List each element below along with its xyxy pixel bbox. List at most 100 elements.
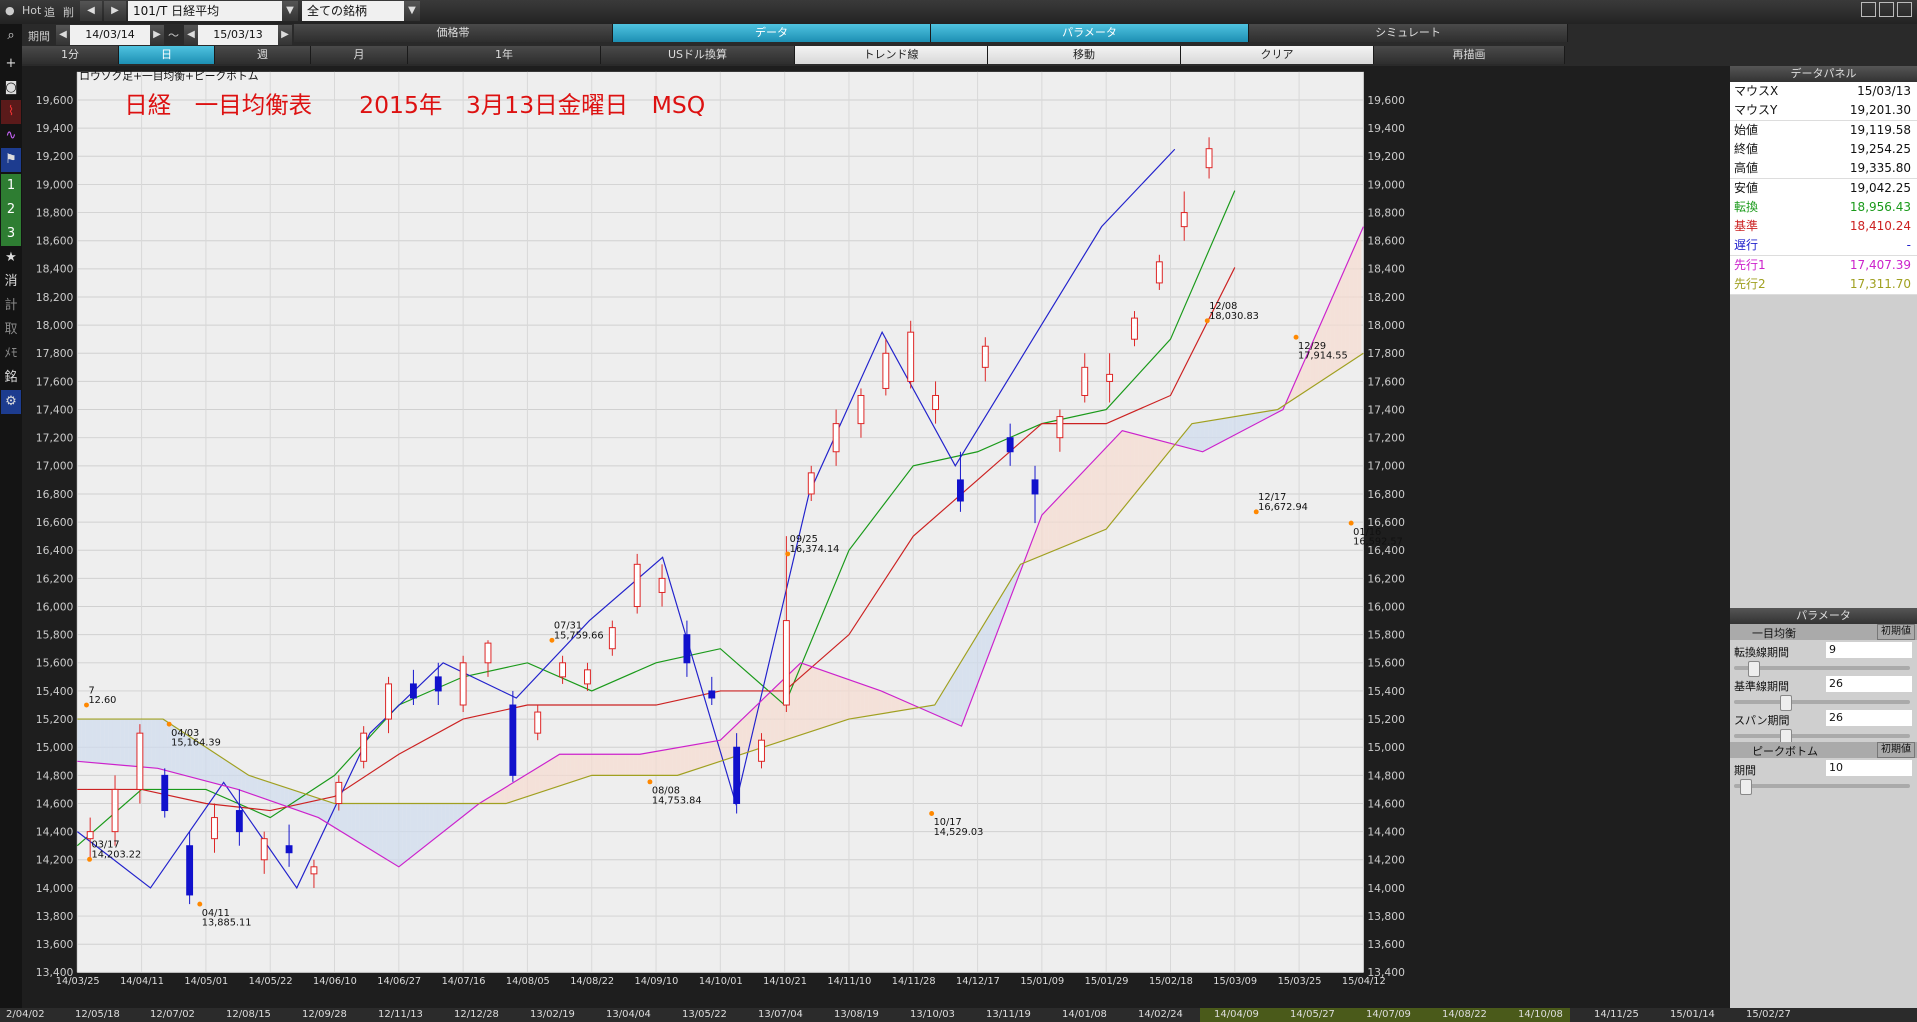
kumo-segment [641, 753, 645, 776]
kumo-segment [421, 803, 426, 849]
indicator-icon[interactable]: ∿ [1, 124, 21, 148]
usd-convert-button[interactable]: USドル換算 [601, 46, 795, 64]
kumo-segment [233, 765, 238, 790]
data-row-value: 18,956.43 [1849, 199, 1911, 214]
y-tick-label: 15,200 [36, 713, 74, 726]
search-icon[interactable]: ⌕ [1, 24, 21, 48]
flag-icon[interactable]: ⚑ [1, 148, 21, 172]
kumo-segment [382, 803, 387, 860]
slider-handle[interactable] [1748, 661, 1760, 677]
end-date-field[interactable]: 15/03/13 [198, 25, 278, 45]
kumo-segment [570, 754, 575, 783]
trendline-button[interactable]: トレンド線 [795, 46, 988, 64]
ichimoku-chart[interactable]: 19,600 19,400 19,200 19,000 18,800 18,600 18,4… [22, 66, 1728, 988]
start-prev-icon[interactable]: ◀ [56, 25, 70, 45]
gear-icon[interactable]: ⚙ [1, 390, 21, 414]
add-button[interactable]: 追 [44, 4, 55, 20]
end-prev-icon[interactable]: ◀ [184, 25, 198, 45]
star-icon[interactable]: ★ [1, 246, 21, 270]
clear-button[interactable]: クリア [1181, 46, 1374, 64]
candle-body [907, 331, 915, 382]
y-tick-label: 17,400 [1367, 403, 1405, 416]
slider-handle[interactable] [1780, 695, 1792, 711]
hot-button[interactable]: Hot [22, 4, 41, 17]
ichimoku-section-label: 一目均衡 [1752, 627, 1796, 640]
start-date-field[interactable]: 14/03/14 [70, 25, 150, 45]
filter-field[interactable]: 全ての銘柄 [302, 1, 404, 21]
chart-line-icon[interactable]: ⌇ [1, 100, 21, 124]
tenkan-period-slider[interactable] [1734, 661, 1910, 677]
y-tick-label: 15,400 [1367, 685, 1405, 698]
y-tick-label: 19,000 [1367, 178, 1405, 191]
minimize-icon[interactable] [1861, 2, 1876, 17]
layout-3-button[interactable]: 3 [1, 222, 21, 246]
candle-body [559, 662, 567, 678]
kumo-segment [962, 653, 967, 725]
period-label: 期間 [28, 30, 50, 43]
next-arrow-icon[interactable]: ▶ [104, 1, 126, 21]
kijun-period-field[interactable]: 26 [1826, 676, 1912, 692]
slider-handle[interactable] [1740, 779, 1752, 795]
kijun-period-slider[interactable] [1734, 695, 1910, 711]
trade-button[interactable]: 取 [1, 318, 21, 342]
peak-period-field[interactable]: 10 [1826, 760, 1912, 776]
span-period-field[interactable]: 26 [1826, 710, 1912, 726]
redraw-button[interactable]: 再描画 [1374, 46, 1565, 64]
delete-button[interactable]: 削 [63, 4, 74, 20]
candle-body [633, 563, 641, 608]
data-row-value: - [1906, 238, 1911, 253]
tenkan-period-field[interactable]: 9 [1826, 642, 1912, 658]
tab-data[interactable]: データ [613, 24, 931, 42]
bulb-icon[interactable]: ● [5, 4, 15, 17]
kumo-segment [269, 782, 274, 802]
side-panel: データパネル マウスX 15/03/13 マウスY 19,201.30 始値 19,119… [1730, 66, 1917, 1008]
tab-1year[interactable]: 1年 [408, 46, 601, 64]
data-row-key: 安値 [1734, 180, 1759, 195]
kumo-segment [406, 803, 411, 862]
layout-1-button[interactable]: 1 [1, 174, 21, 198]
prev-arrow-icon[interactable]: ◀ [80, 1, 102, 21]
camera-icon[interactable]: ◙ [1, 76, 21, 100]
kumo-segment [668, 748, 673, 776]
end-next-icon[interactable]: ▶ [278, 25, 292, 45]
tab-simulate[interactable]: シミュレート [1249, 24, 1568, 42]
x-tick-label: 15/03/25 [1278, 976, 1322, 987]
start-next-icon[interactable]: ▶ [150, 25, 164, 45]
memo-button[interactable]: ﾒﾓ [1, 342, 21, 366]
kumo-segment [535, 766, 540, 794]
close-icon[interactable] [1897, 2, 1912, 17]
peak-period-slider[interactable] [1734, 779, 1910, 795]
symbol-dropdown-icon[interactable]: ▼ [282, 1, 298, 21]
maximize-icon[interactable] [1879, 2, 1894, 17]
span-period-slider[interactable] [1734, 729, 1910, 745]
crosshair-icon[interactable]: + [1, 52, 21, 76]
move-button[interactable]: 移動 [988, 46, 1181, 64]
x-tick-label: 14/05/01 [184, 976, 228, 987]
calc-button[interactable]: 計 [1, 294, 21, 318]
symbol-button[interactable]: 銘 [1, 366, 21, 390]
peak-bottom-reset-button[interactable]: 初期値 [1877, 742, 1915, 758]
tab-parameter[interactable]: パラメータ [931, 24, 1249, 42]
tab-1min[interactable]: 1分 [22, 46, 119, 64]
kumo-segment [1122, 430, 1127, 509]
kumo-segment [809, 665, 814, 733]
kumo-segment [1056, 496, 1060, 550]
kumo-segment [85, 719, 90, 763]
kumo-segment [414, 803, 418, 855]
tab-weekly[interactable]: 週 [215, 46, 311, 64]
kumo-segment [633, 754, 638, 776]
tab-price-band[interactable]: 価格帯 [294, 24, 613, 42]
filter-dropdown-icon[interactable]: ▼ [404, 1, 420, 21]
kumo-segment [703, 742, 708, 767]
layout-2-button[interactable]: 2 [1, 198, 21, 222]
kumo-segment [891, 695, 896, 713]
y-tick-label: 17,800 [1367, 347, 1405, 360]
ichimoku-section: 一目均衡 初期値 [1730, 624, 1917, 640]
overview-timeline[interactable]: 2/04/02 12/05/18 12/07/02 12/08/15 12/09… [0, 1008, 1917, 1022]
tab-daily[interactable]: 日 [119, 46, 215, 64]
ichimoku-reset-button[interactable]: 初期値 [1877, 624, 1915, 640]
kumo-segment [206, 747, 211, 783]
erase-button[interactable]: 消 [1, 270, 21, 294]
tab-monthly[interactable]: 月 [311, 46, 408, 64]
symbol-field[interactable]: 101/T 日経平均 [128, 1, 282, 21]
